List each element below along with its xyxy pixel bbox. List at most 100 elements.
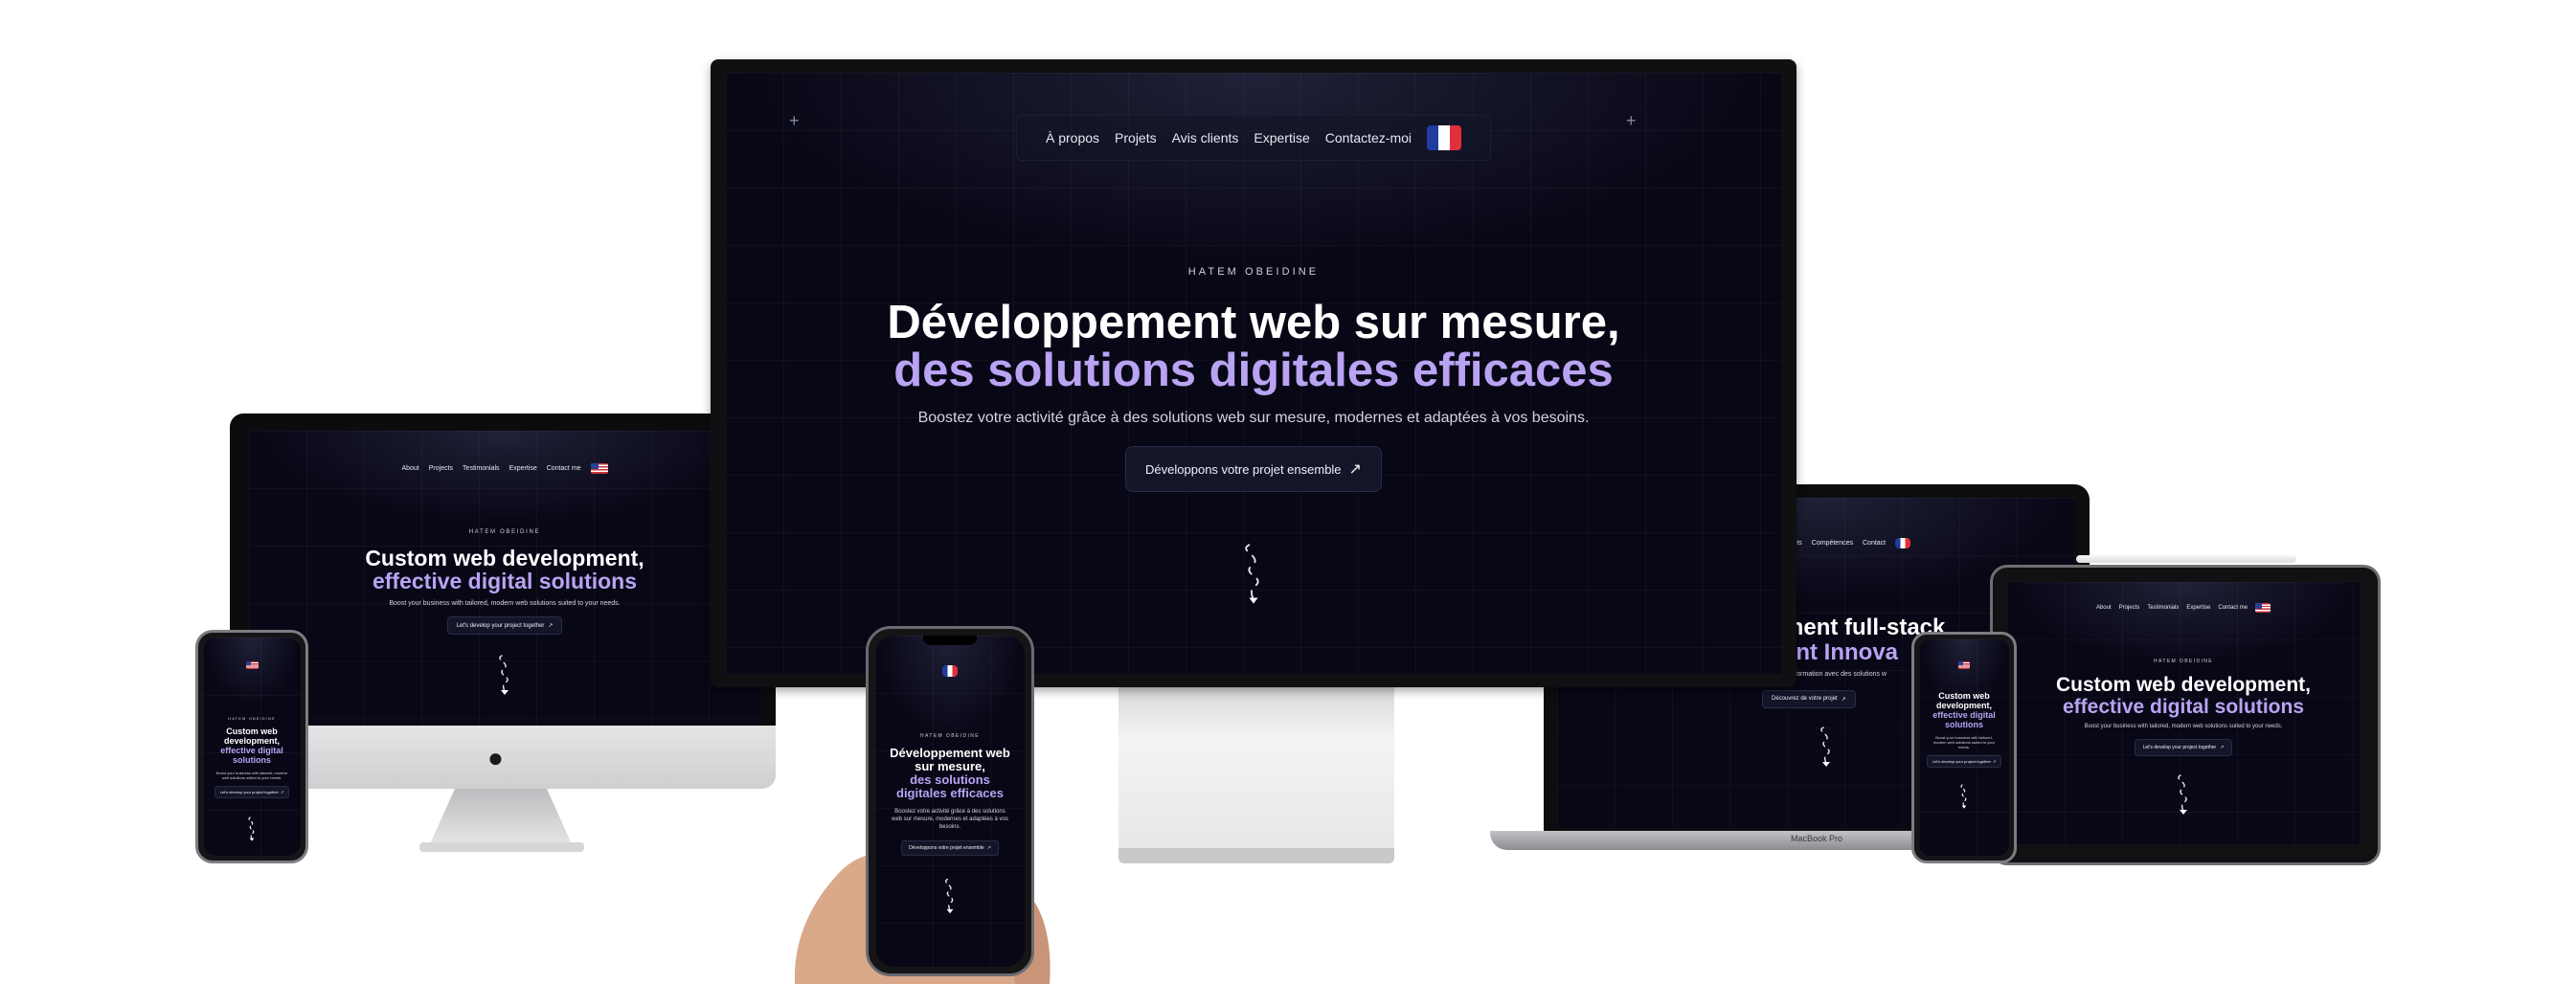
nav-item-avis-clients[interactable]: Avis clients: [1172, 130, 1239, 145]
nav-item-projets[interactable]: Projets: [1115, 130, 1157, 145]
display-screen: + + À propos Projets Avis clients Expert…: [726, 73, 1781, 674]
cta-button[interactable]: Développons votre projet ensemble ↗: [1125, 446, 1382, 492]
hero-title-accent: effective digital solutions: [1932, 710, 1996, 729]
nav-item-competences[interactable]: Compétences: [1812, 540, 1853, 547]
hero-title-accent: effective digital solutions: [220, 746, 283, 765]
stylus-pencil: [2076, 555, 2296, 563]
nav-item-contact[interactable]: Contactez-moi: [1325, 130, 1412, 145]
hero-title-line1: Custom web development,: [223, 727, 280, 746]
scroll-squiggle-icon: [2007, 773, 2360, 820]
nav-item-apropos[interactable]: À propos: [1046, 130, 1099, 145]
cta-label: Développons votre projet ensemble: [909, 845, 984, 851]
nav-item-about[interactable]: About: [2096, 605, 2112, 611]
cta-label: Let's develop your project together: [1932, 759, 1991, 764]
us-flag-icon[interactable]: [1958, 661, 1970, 669]
kicker: HATEM OBEIDINE: [1187, 266, 1320, 278]
scroll-squiggle-icon: [726, 534, 1781, 619]
arrow-up-right-icon: ↗: [280, 790, 284, 794]
arrow-up-right-icon: ↗: [986, 845, 991, 851]
hero-title-line1: Custom web development,: [365, 546, 644, 570]
hero-title-accent: effective digital solutions: [372, 569, 638, 593]
cta-label: Let's develop your project together: [456, 622, 545, 629]
phone-left-frame: HATEM OBEIDINE Custom web development, e…: [195, 630, 308, 863]
kicker: HATEM OBEIDINE: [228, 716, 276, 721]
us-flag-icon[interactable]: [2255, 603, 2271, 613]
nav-item-expertise[interactable]: Expertise: [2186, 605, 2210, 611]
scroll-squiggle-icon: [203, 816, 301, 847]
nav-item-contact[interactable]: Contact me: [2218, 605, 2248, 611]
imac-stand: [429, 789, 573, 846]
nav-item-projects[interactable]: Projects: [429, 465, 453, 472]
phone-notch: [923, 636, 977, 645]
hero-title-accent: des solutions digitales efficaces: [893, 345, 1614, 396]
hero-title: Custom web development, effective digita…: [2007, 674, 2360, 718]
laptop-brand-label: MacBook Pro: [1790, 834, 1843, 843]
hero-title: Custom web development, effective digita…: [1919, 691, 2009, 729]
cta-label: Let's develop your project together: [2142, 745, 2217, 750]
sparkle-icon: +: [789, 111, 800, 130]
display-stand-foot: [1119, 848, 1394, 863]
us-flag-icon[interactable]: [590, 463, 608, 474]
cta-label: Let's develop your project together: [219, 790, 279, 794]
cta-button[interactable]: Let's develop your project together ↗: [1926, 755, 2002, 768]
kicker: HATEM OBEIDINE: [919, 733, 980, 739]
nav-item-contact[interactable]: Contact me: [547, 465, 581, 472]
cta-button[interactable]: Développons votre projet ensemble ↗: [901, 840, 999, 856]
hero-subtitle: Boostez votre activité grâce à des solut…: [917, 410, 1590, 426]
kicker: HATEM OBEIDINE: [468, 529, 541, 535]
nav-item-testimonials[interactable]: Testimonials: [2147, 605, 2179, 611]
nav-item-about[interactable]: About: [401, 465, 418, 472]
arrow-up-right-icon: ↗: [1841, 696, 1846, 703]
kicker: HATEM OBEIDINE: [2153, 659, 2213, 664]
hero-title-line1: Développement web sur mesure,: [887, 297, 1620, 348]
arrow-up-right-icon: ↗: [1348, 461, 1362, 478]
fr-flag-icon[interactable]: [1895, 538, 1911, 548]
nav-item-contact[interactable]: Contact: [1863, 540, 1886, 547]
hero-subtitle: Boost your business with tailored, moder…: [1932, 735, 1996, 749]
arrow-up-right-icon: ↗: [2220, 745, 2225, 750]
display-stand: [1119, 685, 1394, 863]
nav-item-testimonials[interactable]: Testimonials: [463, 465, 500, 472]
fr-flag-icon[interactable]: [1427, 125, 1462, 150]
imac-chin: ●: [230, 726, 776, 789]
scroll-squiggle-icon: [875, 877, 1025, 920]
phone-right-frame: Custom web development, effective digita…: [1911, 632, 2017, 863]
hero-subtitle: Boost your business with tailored, moder…: [2084, 724, 2283, 729]
hero-subtitle: Boostez votre activité grâce à des solut…: [892, 809, 1008, 830]
nav-item-expertise[interactable]: Expertise: [509, 465, 537, 472]
cta-button[interactable]: Let's develop your project together ↗: [214, 786, 290, 798]
sparkle-icon: +: [1626, 111, 1637, 130]
phone-center-screen: HATEM OBEIDINE Développement web sur mes…: [875, 636, 1025, 967]
cta-button[interactable]: Découvrez de votre projet ↗: [1762, 689, 1856, 708]
hero-title-line1: Custom web development,: [1935, 691, 1992, 710]
tablet-screen: About Projects Testimonials Expertise Co…: [2007, 582, 2360, 844]
hero-title-line1: Custom web development,: [2055, 674, 2312, 696]
hero-title: Custom web development, effective digita…: [249, 547, 760, 593]
hero-title: Développement web sur mesure, des soluti…: [726, 299, 1781, 394]
imac-screen: About Projects Testimonials Expertise Co…: [249, 431, 760, 726]
phone-center-frame: HATEM OBEIDINE Développement web sur mes…: [866, 626, 1034, 976]
hero-title: Custom web development, effective digita…: [203, 727, 301, 765]
tablet-navbar: About Projects Testimonials Expertise Co…: [2007, 603, 2360, 613]
cta-label: Développons votre projet ensemble: [1145, 461, 1342, 477]
arrow-up-right-icon: ↗: [1992, 759, 1997, 764]
hero-subtitle: Boost your business with tailored, moder…: [215, 771, 288, 780]
nav-item-projects[interactable]: Projects: [2119, 605, 2140, 611]
phone-left-screen: HATEM OBEIDINE Custom web development, e…: [203, 637, 301, 856]
phone-right-screen: Custom web development, effective digita…: [1919, 639, 2009, 856]
nav-item-expertise[interactable]: Expertise: [1254, 130, 1309, 145]
imac-navbar: About Projects Testimonials Expertise Co…: [249, 463, 760, 474]
scroll-squiggle-icon: [1919, 783, 2009, 815]
apple-logo-icon: ●: [487, 743, 504, 772]
display-navbar: À propos Projets Avis clients Expertise …: [1015, 115, 1492, 161]
hero-title-line1: Développement web sur mesure,: [890, 746, 1010, 773]
fr-flag-icon[interactable]: [942, 665, 958, 677]
hero-subtitle: Boost your business with tailored, moder…: [389, 600, 621, 607]
scroll-squiggle-icon: [249, 654, 760, 701]
us-flag-icon[interactable]: [245, 661, 259, 669]
cta-button[interactable]: Let's develop your project together ↗: [446, 616, 563, 635]
hero-title: Développement web sur mesure, des soluti…: [875, 747, 1025, 800]
cta-label: Découvrez de votre projet: [1772, 696, 1838, 702]
cta-button[interactable]: Let's develop your project together ↗: [2134, 739, 2233, 756]
hero-title-accent: des solutions digitales efficaces: [896, 772, 1004, 800]
